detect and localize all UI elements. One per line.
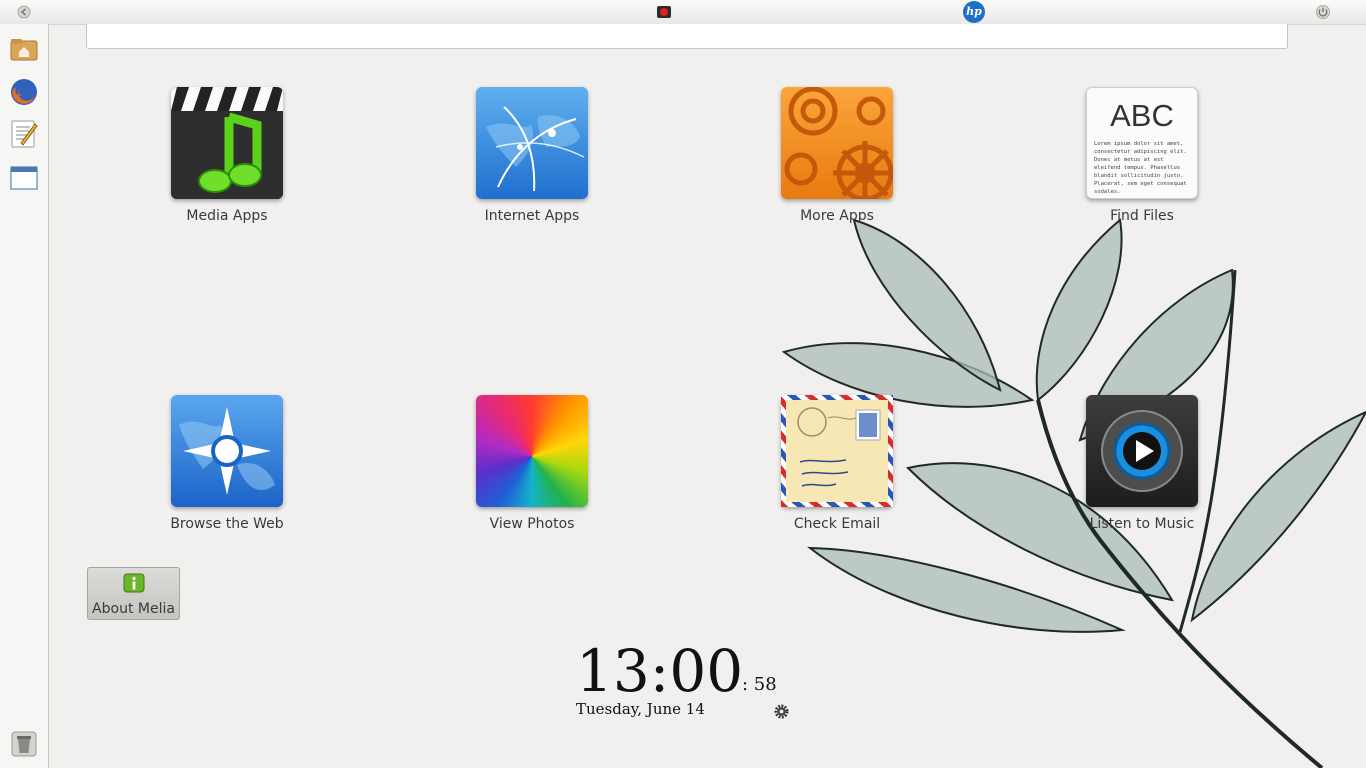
- find-files-tile[interactable]: ABC Lorem ipsum dolor sit amet, consecte…: [1062, 87, 1222, 224]
- browse-the-web-tile[interactable]: Browse the Web: [147, 395, 307, 532]
- back-arrow-icon[interactable]: [16, 4, 32, 20]
- document-abc-body: Lorem ipsum dolor sit amet, consectetur …: [1094, 141, 1187, 195]
- media-apps-label: Media Apps: [186, 208, 268, 224]
- about-melia-label: About Melia: [92, 601, 175, 617]
- internet-apps-label: Internet Apps: [484, 208, 580, 224]
- text-editor-icon[interactable]: [8, 118, 40, 150]
- listen-to-music-tile[interactable]: Listen to Music: [1062, 395, 1222, 532]
- check-email-label: Check Email: [793, 516, 881, 532]
- browse-the-web-label: Browse the Web: [170, 516, 284, 532]
- internet-apps-tile[interactable]: Internet Apps: [452, 87, 612, 224]
- gears-icon: [781, 87, 893, 199]
- hp-logo-icon[interactable]: hp: [963, 1, 985, 23]
- more-apps-tile[interactable]: More Apps: [757, 87, 917, 224]
- view-photos-label: View Photos: [489, 516, 575, 532]
- red-indicator-icon[interactable]: [656, 4, 672, 20]
- media-apps-tile[interactable]: Media Apps: [147, 87, 307, 224]
- power-icon[interactable]: [1315, 4, 1331, 20]
- view-photos-tile[interactable]: View Photos: [452, 395, 612, 532]
- firefox-icon[interactable]: [8, 76, 40, 108]
- find-files-label: Find Files: [1110, 208, 1174, 224]
- check-email-tile[interactable]: Check Email: [757, 395, 917, 532]
- media-clapper-icon: [171, 87, 283, 199]
- clock-seconds: : 58: [742, 674, 777, 695]
- top-panel: hp: [0, 0, 1366, 25]
- envelope-icon: [781, 395, 893, 507]
- launcher: [0, 24, 49, 768]
- info-icon: [123, 573, 144, 593]
- home-folder-icon[interactable]: [8, 32, 40, 64]
- search-input[interactable]: [86, 24, 1288, 49]
- more-apps-label: More Apps: [800, 208, 874, 224]
- trash-icon[interactable]: [8, 728, 40, 760]
- compass-globe-icon: [171, 395, 283, 507]
- color-wheel-icon: [476, 395, 588, 507]
- gear-icon[interactable]: [774, 704, 789, 719]
- about-melia-button[interactable]: About Melia: [87, 567, 180, 620]
- clock-date: Tuesday, June 14: [576, 700, 705, 718]
- document-abc-icon: ABC Lorem ipsum dolor sit amet, consecte…: [1086, 87, 1198, 199]
- document-abc-heading: ABC: [1110, 98, 1174, 133]
- hp-logo-text: hp: [966, 5, 982, 18]
- clock-time: 13:00: [576, 637, 744, 705]
- music-player-icon: [1086, 395, 1198, 507]
- window-icon[interactable]: [8, 162, 40, 194]
- listen-to-music-label: Listen to Music: [1089, 516, 1195, 532]
- globe-network-icon: [476, 87, 588, 199]
